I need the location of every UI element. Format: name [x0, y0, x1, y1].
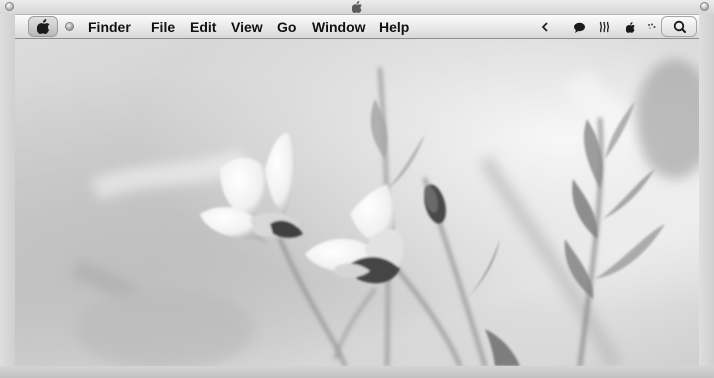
right-bezel	[699, 14, 714, 366]
menu-file[interactable]: File	[151, 19, 175, 35]
chevron-left-icon[interactable]	[539, 18, 551, 36]
apple-menu-button[interactable]	[28, 16, 58, 37]
menu-bar: Finder File Edit View Go Window Help	[15, 14, 699, 39]
menu-window[interactable]: Window	[312, 19, 366, 35]
apple-icon[interactable]	[623, 18, 637, 36]
menu-edit[interactable]: Edit	[190, 19, 216, 35]
activity-dots-icon[interactable]	[645, 18, 657, 36]
screen: Finder File Edit View Go Window Help	[0, 0, 714, 378]
heat-waves-icon[interactable]	[597, 18, 611, 36]
apple-icon	[36, 19, 49, 34]
left-screw-icon	[5, 2, 14, 11]
bottom-bezel	[0, 366, 714, 378]
right-screw-icon	[700, 2, 709, 11]
menu-help[interactable]: Help	[379, 19, 409, 35]
left-bezel	[0, 14, 15, 366]
speech-bubble-icon[interactable]	[571, 18, 587, 36]
bezel-apple-logo-icon	[349, 0, 365, 14]
spotlight-button[interactable]	[661, 16, 697, 37]
menu-go[interactable]: Go	[277, 19, 296, 35]
menu-view[interactable]: View	[231, 19, 263, 35]
flower-wallpaper-image	[72, 59, 699, 366]
desktop-wallpaper	[15, 39, 699, 366]
status-dot-icon	[66, 23, 73, 30]
search-icon	[673, 20, 686, 33]
menu-finder[interactable]: Finder	[88, 19, 131, 35]
top-bezel	[0, 0, 714, 14]
